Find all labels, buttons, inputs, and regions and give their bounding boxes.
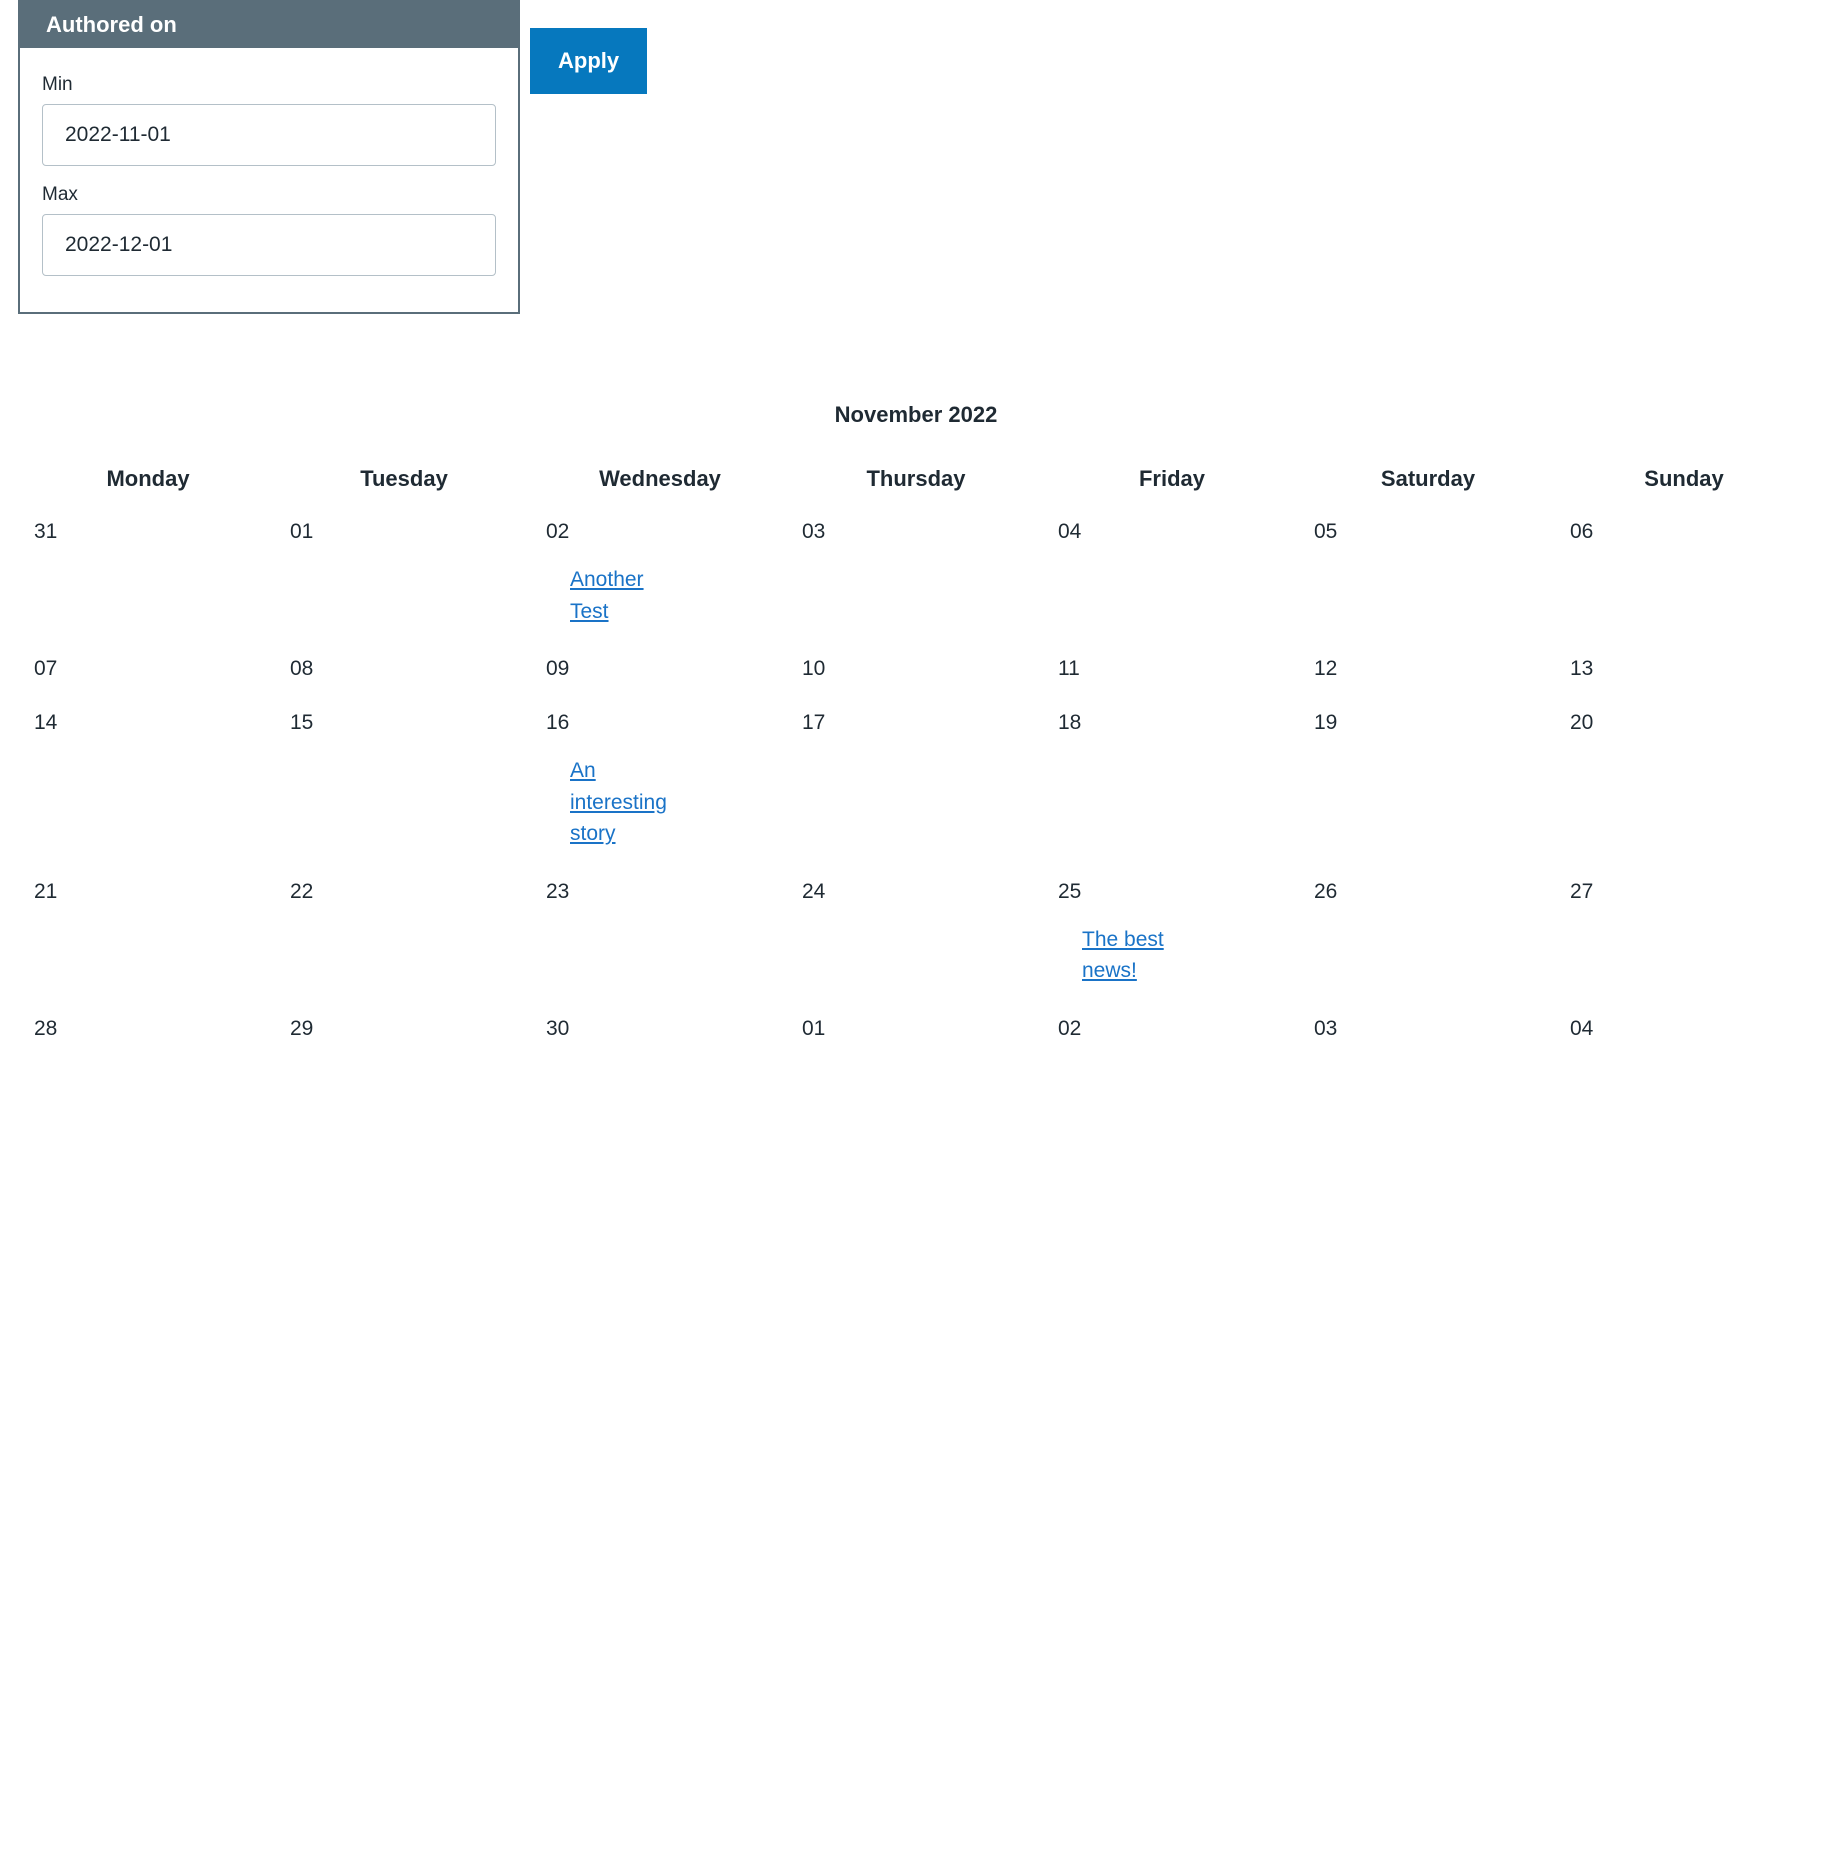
calendar-day-cell: 11 <box>1044 647 1300 701</box>
calendar-event-link[interactable]: Another Test <box>570 564 675 627</box>
calendar-day-cell: 24 <box>788 870 1044 1007</box>
calendar-day-cell: 13 <box>1556 647 1812 701</box>
day-number: 20 <box>1570 711 1812 735</box>
calendar-day-cell: 02 <box>1044 1007 1300 1061</box>
weekday-header: Sunday <box>1556 456 1812 510</box>
calendar-day-cell: 01 <box>276 510 532 647</box>
calendar-day-cell: 06 <box>1556 510 1812 647</box>
day-number: 24 <box>802 880 1044 904</box>
day-number: 12 <box>1314 657 1556 681</box>
day-number: 02 <box>1058 1017 1300 1041</box>
calendar-day-cell: 26 <box>1300 870 1556 1007</box>
day-number: 28 <box>34 1017 276 1041</box>
calendar-day-cell: 03 <box>1300 1007 1556 1061</box>
calendar-day-cell: 01 <box>788 1007 1044 1061</box>
calendar-day-cell: 05 <box>1300 510 1556 647</box>
calendar-day-cell: 21 <box>20 870 276 1007</box>
calendar-title: November 2022 <box>20 402 1812 428</box>
day-number: 23 <box>546 880 788 904</box>
calendar-day-cell: 17 <box>788 701 1044 870</box>
day-number: 26 <box>1314 880 1556 904</box>
day-number: 11 <box>1058 657 1300 681</box>
day-number: 07 <box>34 657 276 681</box>
day-number: 04 <box>1058 520 1300 544</box>
calendar-day-cell: 22 <box>276 870 532 1007</box>
calendar-day-cell: 09 <box>532 647 788 701</box>
day-number: 30 <box>546 1017 788 1041</box>
day-number: 18 <box>1058 711 1300 735</box>
day-number: 02 <box>546 520 788 544</box>
calendar-day-cell: 08 <box>276 647 532 701</box>
day-number: 25 <box>1058 880 1300 904</box>
day-number: 03 <box>802 520 1044 544</box>
calendar-day-cell: 12 <box>1300 647 1556 701</box>
calendar-week-row: 31 01 02 Another Test 03 04 05 06 <box>20 510 1812 647</box>
weekday-header: Thursday <box>788 456 1044 510</box>
calendar-day-cell: 14 <box>20 701 276 870</box>
day-number: 31 <box>34 520 276 544</box>
fieldset-title: Authored on <box>20 2 518 48</box>
min-date-input[interactable] <box>42 104 496 166</box>
day-number: 01 <box>802 1017 1044 1041</box>
day-number: 04 <box>1570 1017 1812 1041</box>
day-number: 15 <box>290 711 532 735</box>
calendar-week-row: 07 08 09 10 11 12 13 <box>20 647 1812 701</box>
day-number: 13 <box>1570 657 1812 681</box>
calendar-day-cell: 07 <box>20 647 276 701</box>
calendar-day-cell: 02 Another Test <box>532 510 788 647</box>
day-number: 09 <box>546 657 788 681</box>
day-number: 21 <box>34 880 276 904</box>
day-number: 03 <box>1314 1017 1556 1041</box>
day-number: 17 <box>802 711 1044 735</box>
day-number: 27 <box>1570 880 1812 904</box>
calendar-day-cell: 04 <box>1044 510 1300 647</box>
day-number: 22 <box>290 880 532 904</box>
calendar-day-cell: 29 <box>276 1007 532 1061</box>
max-label: Max <box>42 184 496 206</box>
calendar-day-cell: 10 <box>788 647 1044 701</box>
day-number: 14 <box>34 711 276 735</box>
apply-button[interactable]: Apply <box>530 28 647 94</box>
calendar-day-cell: 28 <box>20 1007 276 1061</box>
day-number: 16 <box>546 711 788 735</box>
calendar-event-link[interactable]: An interesting story <box>570 755 675 850</box>
weekday-header: Monday <box>20 456 276 510</box>
day-number: 19 <box>1314 711 1556 735</box>
calendar-day-cell: 15 <box>276 701 532 870</box>
calendar-week-row: 14 15 16 An interesting story 17 18 19 20 <box>20 701 1812 870</box>
calendar-day-cell: 16 An interesting story <box>532 701 788 870</box>
calendar-day-cell: 03 <box>788 510 1044 647</box>
max-date-input[interactable] <box>42 214 496 276</box>
day-number: 01 <box>290 520 532 544</box>
day-number: 10 <box>802 657 1044 681</box>
weekday-header: Saturday <box>1300 456 1556 510</box>
calendar-week-row: 28 29 30 01 02 03 04 <box>20 1007 1812 1061</box>
weekday-header: Wednesday <box>532 456 788 510</box>
calendar-table: MondayTuesdayWednesdayThursdayFridaySatu… <box>20 456 1812 1061</box>
calendar-day-cell: 18 <box>1044 701 1300 870</box>
calendar-day-cell: 27 <box>1556 870 1812 1007</box>
calendar-day-cell: 23 <box>532 870 788 1007</box>
calendar-week-row: 21 22 23 24 25 The best news! 26 27 <box>20 870 1812 1007</box>
day-number: 29 <box>290 1017 532 1041</box>
day-number: 05 <box>1314 520 1556 544</box>
authored-on-fieldset: Authored on Min Max <box>18 0 520 314</box>
min-label: Min <box>42 74 496 96</box>
calendar-event-link[interactable]: The best news! <box>1082 924 1187 987</box>
day-number: 06 <box>1570 520 1812 544</box>
calendar-day-cell: 19 <box>1300 701 1556 870</box>
calendar-day-cell: 31 <box>20 510 276 647</box>
day-number: 08 <box>290 657 532 681</box>
calendar-day-cell: 20 <box>1556 701 1812 870</box>
weekday-header: Tuesday <box>276 456 532 510</box>
calendar-day-cell: 04 <box>1556 1007 1812 1061</box>
calendar-day-cell: 30 <box>532 1007 788 1061</box>
weekday-header: Friday <box>1044 456 1300 510</box>
calendar-day-cell: 25 The best news! <box>1044 870 1300 1007</box>
